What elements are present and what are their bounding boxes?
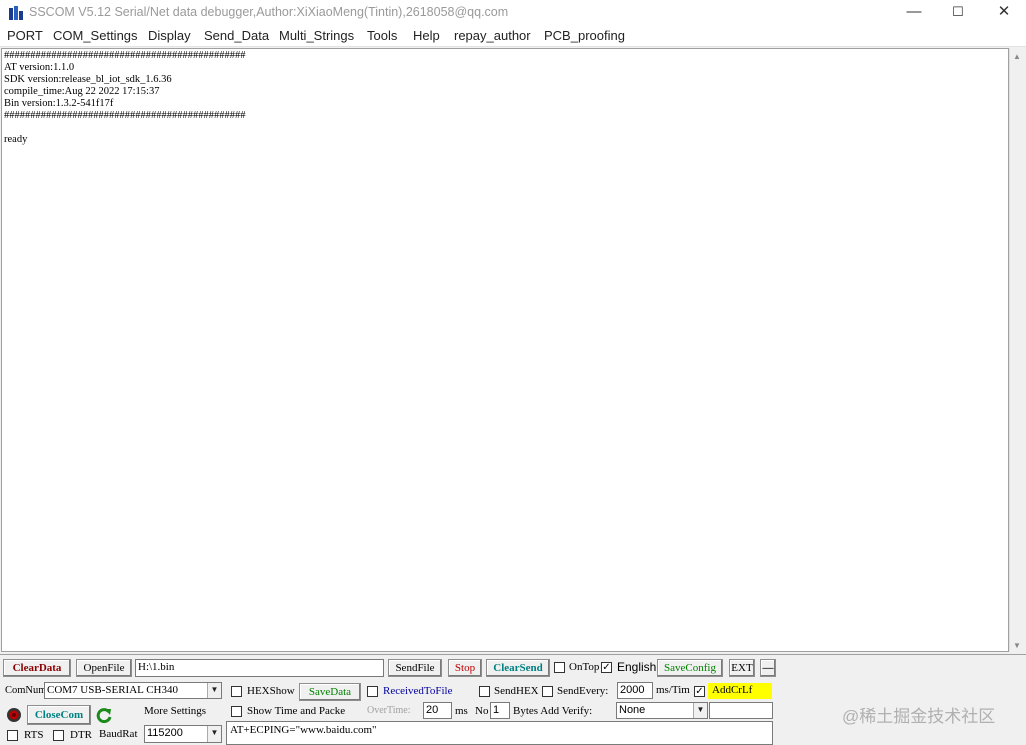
english-label: English bbox=[617, 660, 657, 674]
send-hex-checkbox[interactable] bbox=[479, 686, 490, 697]
scroll-up-icon[interactable]: ▲ bbox=[1013, 52, 1021, 61]
add-crlf-label: AddCrLf bbox=[708, 683, 772, 699]
menu-pcb-proofing[interactable]: PCB_proofing bbox=[544, 28, 625, 43]
chevron-down-icon[interactable]: ▼ bbox=[207, 683, 221, 698]
menu-port[interactable]: PORT bbox=[7, 28, 43, 43]
close-button[interactable]: ✕ bbox=[981, 0, 1026, 25]
file-path-input[interactable]: H:\1.bin bbox=[135, 659, 384, 677]
title-bar: SSCOM V5.12 Serial/Net data debugger,Aut… bbox=[0, 0, 1026, 25]
send-textarea[interactable]: AT+ECPING="www.baidu.com" bbox=[226, 721, 773, 745]
received-to-file-checkbox[interactable] bbox=[367, 686, 378, 697]
bytes-add-verify-label: Bytes Add Verify: bbox=[513, 705, 593, 717]
chevron-down-icon[interactable]: ▼ bbox=[207, 726, 221, 742]
menu-send-data[interactable]: Send_Data bbox=[204, 28, 269, 43]
no-input[interactable]: 1 bbox=[490, 702, 510, 719]
hexshow-checkbox[interactable] bbox=[231, 686, 242, 697]
maximize-button[interactable]: ☐ bbox=[935, 0, 981, 25]
ms-label: ms bbox=[455, 705, 468, 717]
menu-display[interactable]: Display bbox=[148, 28, 191, 43]
port-status-icon bbox=[7, 708, 21, 722]
collapse-button[interactable]: — bbox=[760, 659, 776, 677]
menu-com-settings[interactable]: COM_Settings bbox=[53, 28, 138, 43]
no-label: No bbox=[475, 705, 489, 717]
window-title: SSCOM V5.12 Serial/Net data debugger,Aut… bbox=[29, 5, 509, 19]
stop-button[interactable]: Stop bbox=[448, 659, 482, 677]
dtr-checkbox[interactable] bbox=[53, 730, 64, 741]
terminal-scrollbar[interactable]: ▲ ▼ bbox=[1009, 48, 1025, 652]
clear-data-button[interactable]: ClearData bbox=[3, 659, 71, 677]
comnum-label: ComNum bbox=[5, 685, 47, 696]
more-settings-link[interactable]: More Settings bbox=[144, 705, 206, 717]
close-com-button[interactable]: CloseCom bbox=[27, 705, 91, 725]
overtime-label: OverTime: bbox=[367, 705, 411, 716]
send-every-checkbox[interactable] bbox=[542, 686, 553, 697]
menu-bar: PORT COM_Settings Display Send_Data Mult… bbox=[0, 25, 1026, 47]
on-top-label: OnTop bbox=[569, 661, 600, 673]
ext-button[interactable]: EXT bbox=[729, 659, 755, 677]
rts-label: RTS bbox=[24, 729, 44, 741]
minimize-button[interactable]: — bbox=[891, 0, 937, 25]
rts-checkbox[interactable] bbox=[7, 730, 18, 741]
add-crlf-checkbox[interactable]: ✓ bbox=[694, 686, 705, 697]
clear-send-button[interactable]: ClearSend bbox=[486, 659, 550, 677]
verify-value: None bbox=[619, 704, 646, 716]
baud-rate-label: BaudRat bbox=[99, 728, 138, 740]
send-hex-label: SendHEX bbox=[494, 685, 539, 697]
chevron-down-icon[interactable]: ▼ bbox=[693, 703, 707, 718]
save-data-button[interactable]: SaveData bbox=[299, 683, 361, 701]
send-every-input[interactable]: 2000 bbox=[617, 682, 653, 699]
verify-result-field bbox=[709, 702, 773, 719]
english-checkbox[interactable]: ✓ bbox=[601, 662, 612, 673]
received-to-file-label[interactable]: ReceivedToFile bbox=[383, 685, 453, 697]
show-time-checkbox[interactable] bbox=[231, 706, 242, 717]
dtr-label: DTR bbox=[70, 729, 92, 741]
app-logo-icon bbox=[9, 6, 23, 20]
ms-tim-label: ms/Tim bbox=[656, 684, 690, 696]
overtime-input[interactable]: 20 bbox=[423, 702, 452, 719]
com-port-value: COM7 USB-SERIAL CH340 bbox=[47, 684, 178, 696]
send-file-button[interactable]: SendFile bbox=[388, 659, 442, 677]
menu-multi-strings[interactable]: Multi_Strings bbox=[279, 28, 354, 43]
terminal-text: ########################################… bbox=[4, 50, 246, 145]
menu-tools[interactable]: Tools bbox=[367, 28, 397, 43]
baud-rate-value: 115200 bbox=[147, 727, 183, 739]
save-config-button[interactable]: SaveConfig bbox=[657, 659, 723, 677]
menu-help[interactable]: Help bbox=[413, 28, 440, 43]
send-every-label: SendEvery: bbox=[557, 685, 609, 697]
com-port-select[interactable]: COM7 USB-SERIAL CH340 bbox=[44, 682, 222, 699]
menu-repay-author[interactable]: repay_author bbox=[454, 28, 531, 43]
on-top-checkbox[interactable] bbox=[554, 662, 565, 673]
receive-terminal[interactable]: ########################################… bbox=[1, 48, 1009, 652]
send-text: AT+ECPING="www.baidu.com" bbox=[230, 724, 377, 736]
watermark: @稀土掘金技术社区 bbox=[842, 707, 996, 726]
open-file-button[interactable]: OpenFile bbox=[76, 659, 132, 677]
refresh-icon[interactable] bbox=[95, 707, 113, 725]
show-time-label: Show Time and Packe bbox=[247, 705, 346, 717]
hexshow-label: HEXShow bbox=[247, 685, 295, 697]
scroll-down-icon[interactable]: ▼ bbox=[1013, 641, 1021, 650]
control-panel: ClearData OpenFile H:\1.bin SendFile Sto… bbox=[0, 654, 1026, 745]
